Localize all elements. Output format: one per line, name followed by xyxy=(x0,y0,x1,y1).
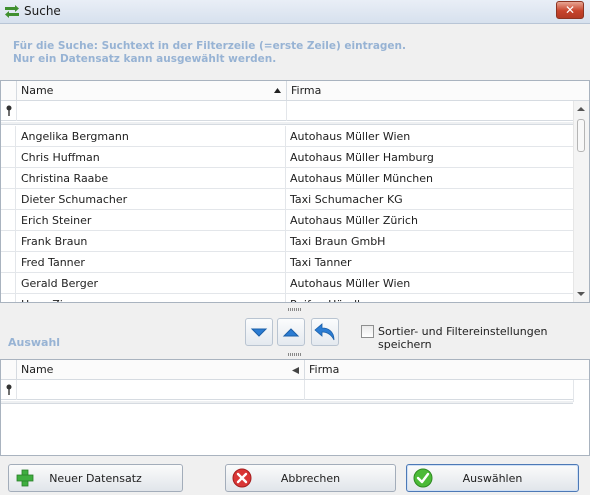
cell-separator xyxy=(285,147,286,168)
close-icon: ✕ xyxy=(564,3,576,17)
table-row[interactable]: Chris Huffman Autohaus Müller Hamburg xyxy=(1,147,575,168)
cell-separator xyxy=(285,168,286,189)
save-settings-label[interactable]: Sortier- und Filtereinstellungen speiche… xyxy=(378,325,590,351)
info-text: Für die Suche: Suchtext in der Filterzei… xyxy=(13,40,406,66)
column-header-name-label: Name xyxy=(21,84,54,97)
arrow-down-icon xyxy=(250,328,268,337)
grid-header: Name Firma xyxy=(1,81,589,101)
selection-column-header-name[interactable]: Name xyxy=(16,360,304,380)
cell-name: Dieter Schumacher xyxy=(21,193,128,206)
move-down-button[interactable] xyxy=(245,318,273,346)
table-row[interactable]: Dieter Schumacher Taxi Schumacher KG xyxy=(1,189,575,210)
cell-name: Angelika Bergmann xyxy=(21,130,129,143)
row-indicator xyxy=(1,231,16,252)
selection-filter-row xyxy=(1,380,589,400)
cell-firma: Autohaus Müller Wien xyxy=(290,130,411,143)
row-indicator xyxy=(1,189,16,210)
cell-separator xyxy=(285,189,286,210)
cancel-label: Abbrechen xyxy=(280,472,341,485)
cell-name: Christina Raabe xyxy=(21,172,109,185)
splitter-grip-bottom[interactable] xyxy=(288,353,302,356)
cell-firma: Taxi Tanner xyxy=(290,256,352,269)
undo-button[interactable] xyxy=(311,318,339,346)
table-row[interactable]: Christina Raabe Autohaus Müller München xyxy=(1,168,575,189)
search-grid: Name Firma Angelika Bergmann Autohaus Mül… xyxy=(0,80,590,303)
grid-vertical-scrollbar[interactable] xyxy=(573,101,589,302)
filter-pin-icon xyxy=(6,105,12,116)
selection-column-header-firma[interactable]: Firma xyxy=(304,360,574,380)
cell-firma: Autohaus Müller Hamburg xyxy=(290,151,434,164)
cell-firma: Taxi Braun GmbH xyxy=(290,235,386,248)
title-bar: Suche ✕ xyxy=(0,0,590,24)
row-indicator xyxy=(1,126,16,147)
cell-separator xyxy=(285,294,286,302)
cancel-button[interactable]: Abbrechen xyxy=(225,464,396,492)
select-label: Auswählen xyxy=(462,472,523,485)
cell-name: Gerald Berger xyxy=(21,277,99,290)
column-header-firma-label: Firma xyxy=(291,84,322,97)
row-indicator xyxy=(1,147,16,168)
selection-grid: Name Firma xyxy=(0,359,590,456)
table-row[interactable]: Angelika Bergmann Autohaus Müller Wien xyxy=(1,126,575,147)
filter-pin-icon xyxy=(6,384,12,395)
column-header-name[interactable]: Name xyxy=(16,81,286,101)
table-row[interactable]: Frank Braun Taxi Braun GmbH xyxy=(1,231,575,252)
search-app-icon xyxy=(5,5,19,18)
selection-title: Auswahl xyxy=(8,336,61,349)
save-settings-checkbox[interactable] xyxy=(361,325,374,338)
selection-filter-cell-firma[interactable] xyxy=(304,380,574,400)
selection-grid-header: Name Firma xyxy=(1,360,589,380)
selection-column-header-name-label: Name xyxy=(21,363,54,376)
cell-name: Frank Braun xyxy=(21,235,88,248)
table-row[interactable]: Gerald Berger Autohaus Müller Wien xyxy=(1,273,575,294)
cell-separator xyxy=(285,126,286,147)
row-indicator xyxy=(1,168,16,189)
row-indicator xyxy=(1,273,16,294)
scroll-up-arrow-icon[interactable] xyxy=(577,107,585,111)
cell-separator xyxy=(285,210,286,231)
table-row[interactable]: Erich Steiner Autohaus Müller Zürich xyxy=(1,210,575,231)
cell-name: Erich Steiner xyxy=(21,214,92,227)
close-button[interactable]: ✕ xyxy=(556,1,584,19)
cell-separator xyxy=(285,231,286,252)
row-indicator xyxy=(1,252,16,273)
cell-firma: Reifen Händler xyxy=(290,294,371,302)
table-row[interactable]: Fred Tanner Taxi Tanner xyxy=(1,252,575,273)
cell-name: Hans Zimmer xyxy=(21,294,96,302)
sort-ascending-icon xyxy=(274,88,281,93)
cell-name: Fred Tanner xyxy=(21,256,85,269)
table-row[interactable]: Hans Zimmer Reifen Händler xyxy=(1,294,575,302)
cell-firma: Autohaus Müller Zürich xyxy=(290,214,418,227)
splitter-grip-top[interactable] xyxy=(288,308,302,311)
new-record-label: Neuer Datensatz xyxy=(49,472,142,485)
filter-divider xyxy=(1,122,573,125)
info-line-1: Für die Suche: Suchtext in der Filterzei… xyxy=(13,40,407,52)
selection-column-header-firma-label: Firma xyxy=(309,363,340,376)
filter-row xyxy=(1,101,589,121)
info-line-2: Nur ein Datensatz kann ausgewählt werden… xyxy=(13,53,277,65)
undo-icon xyxy=(314,323,335,341)
scroll-down-arrow-icon[interactable] xyxy=(577,292,585,296)
new-record-button[interactable]: Neuer Datensatz xyxy=(8,464,183,492)
move-up-button[interactable] xyxy=(277,318,305,346)
cell-firma: Taxi Schumacher KG xyxy=(290,193,403,206)
selection-vertical-scrollbar[interactable] xyxy=(573,380,589,402)
cell-firma: Autohaus Müller München xyxy=(290,172,434,185)
selection-filter-cell-name[interactable] xyxy=(16,380,304,400)
cell-separator xyxy=(285,252,286,273)
select-button[interactable]: Auswählen xyxy=(406,464,579,492)
filter-cell-name[interactable] xyxy=(16,101,286,121)
row-indicator xyxy=(1,294,16,302)
cell-name: Chris Huffman xyxy=(21,151,100,164)
selection-filter-divider xyxy=(1,401,573,404)
filter-cell-firma[interactable] xyxy=(286,101,574,121)
arrow-up-icon xyxy=(282,328,300,337)
column-dropdown-icon xyxy=(292,367,299,374)
cell-firma: Autohaus Müller Wien xyxy=(290,277,411,290)
scroll-thumb[interactable] xyxy=(577,119,585,152)
cell-separator xyxy=(285,273,286,294)
column-header-firma[interactable]: Firma xyxy=(286,81,574,101)
row-indicator xyxy=(1,210,16,231)
window-title: Suche xyxy=(24,4,61,18)
